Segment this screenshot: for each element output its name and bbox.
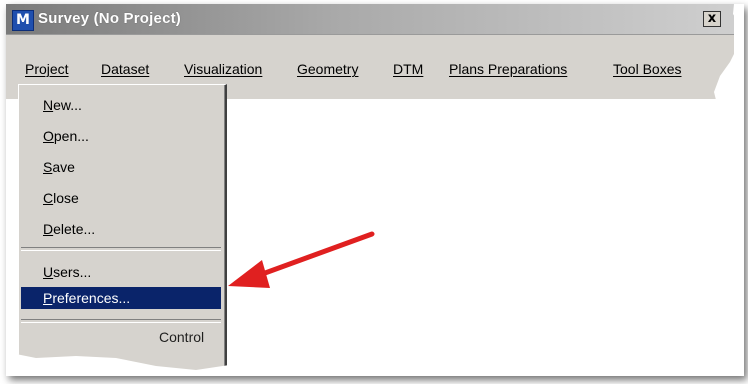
pointer-arrow-icon (228, 231, 375, 288)
menu-item-partial[interactable]: Control (159, 329, 204, 345)
survey-app-icon: M (12, 10, 34, 31)
menu-geometry[interactable]: Geometry (297, 61, 358, 77)
title-bar[interactable]: M Survey (No Project) x (6, 4, 734, 35)
menu-item-open-label: pen... (53, 128, 89, 144)
menu-item-open-mnemonic: O (43, 128, 54, 144)
menu-dataset[interactable]: Dataset (101, 61, 149, 77)
menu-item-users-mnemonic: U (43, 264, 54, 280)
menu-item-save-mnemonic: S (43, 159, 53, 175)
menu-item-preferences[interactable]: Preferences... (21, 287, 221, 309)
menu-item-users-label: sers... (53, 264, 92, 280)
menu-project[interactable]: Project (25, 61, 69, 77)
menu-item-new-label: ew... (53, 97, 82, 113)
menu-item-save[interactable]: Save (21, 156, 221, 178)
menu-item-delete-mnemonic: D (43, 221, 54, 237)
menu-item-preferences-label: references... (52, 290, 131, 306)
close-button[interactable]: x (703, 11, 721, 27)
menu-item-preferences-mnemonic: P (43, 290, 53, 306)
menu-item-save-label: ave (52, 159, 75, 175)
window-title: Survey (No Project) (38, 10, 182, 27)
menu-plans-preparations[interactable]: Plans Preparations (449, 61, 567, 77)
menu-item-close-mnemonic: C (43, 190, 54, 206)
menu-tool-boxes[interactable]: Tool Boxes (613, 61, 681, 77)
window-body: M Survey (No Project) x Project Dataset … (6, 4, 742, 372)
menu-item-new-mnemonic: N (43, 97, 54, 113)
survey-window: M Survey (No Project) x Project Dataset … (6, 4, 744, 376)
menu-item-delete-label: elete... (53, 221, 96, 237)
menu-item-open[interactable]: Open... (21, 125, 221, 147)
menu-separator (21, 247, 221, 251)
menu-item-close[interactable]: Close (21, 187, 221, 209)
menu-separator (21, 319, 221, 323)
menu-item-users[interactable]: Users... (21, 261, 221, 283)
menu-item-new[interactable]: New... (21, 94, 221, 116)
menu-item-close-label: lose (53, 190, 79, 206)
menu-item-delete[interactable]: Delete... (21, 218, 221, 240)
menu-visualization[interactable]: Visualization (184, 61, 262, 77)
menu-dtm[interactable]: DTM (393, 61, 423, 77)
project-dropdown-menu: New... Open... Save Close Delete... User… (18, 84, 227, 372)
